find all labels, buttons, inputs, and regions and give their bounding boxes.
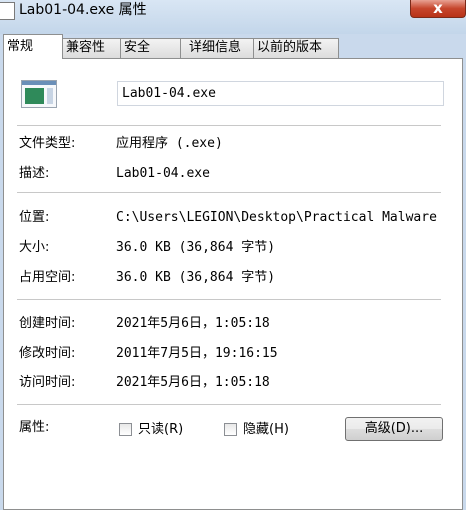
divider <box>17 404 441 405</box>
general-panel: 文件类型: 应用程序 (.exe) 描述: Lab01-04.exe 位置: C… <box>3 58 463 510</box>
tab-details[interactable]: 详细信息 <box>180 38 254 58</box>
file-type-value: 应用程序 (.exe) <box>116 136 223 151</box>
tab-previous-versions[interactable]: 以前的版本 <box>253 38 339 58</box>
readonly-label[interactable]: 只读(R) <box>138 421 183 439</box>
size-value: 36.0 KB (36,864 字节) <box>116 240 276 255</box>
size-label: 大小: <box>19 240 50 255</box>
file-type-label: 文件类型: <box>19 136 76 151</box>
close-button[interactable]: x <box>410 0 466 18</box>
created-value: 2021年5月6日，1:05:18 <box>116 316 270 331</box>
size-on-disk-value: 36.0 KB (36,864 字节) <box>116 270 276 285</box>
accessed-label: 访问时间: <box>19 375 76 390</box>
modified-value: 2011年7月5日，19:16:15 <box>116 346 278 361</box>
window-title: Lab01-04.exe 属性 <box>19 2 147 18</box>
application-icon <box>21 80 57 108</box>
hidden-checkbox[interactable] <box>224 423 237 436</box>
file-icon <box>0 2 15 20</box>
divider <box>17 192 441 193</box>
accessed-value: 2021年5月6日，1:05:18 <box>116 375 270 390</box>
tab-general[interactable]: 常规 <box>3 34 63 59</box>
description-label: 描述: <box>19 166 50 181</box>
hidden-label[interactable]: 隐藏(H) <box>243 421 289 439</box>
readonly-checkbox[interactable] <box>119 423 132 436</box>
created-label: 创建时间: <box>19 316 76 331</box>
size-on-disk-label: 占用空间: <box>19 270 76 285</box>
description-value: Lab01-04.exe <box>116 166 210 181</box>
tab-strip: 常规 兼容性 安全 详细信息 以前的版本 <box>3 34 463 59</box>
file-name-field[interactable] <box>117 81 444 106</box>
location-value: C:\Users\LEGION\Desktop\Practical Malwar… <box>116 210 437 225</box>
tab-compatibility[interactable]: 兼容性 <box>62 38 121 58</box>
location-label: 位置: <box>19 210 50 225</box>
divider <box>17 125 441 126</box>
title-bar: Lab01-04.exe 属性 x <box>0 0 466 34</box>
modified-label: 修改时间: <box>19 346 76 361</box>
close-icon: x <box>433 0 443 17</box>
tab-security[interactable]: 安全 <box>120 38 181 58</box>
attributes-label: 属性: <box>19 420 50 435</box>
advanced-button[interactable]: 高级(D)... <box>345 417 443 441</box>
divider <box>17 299 441 300</box>
